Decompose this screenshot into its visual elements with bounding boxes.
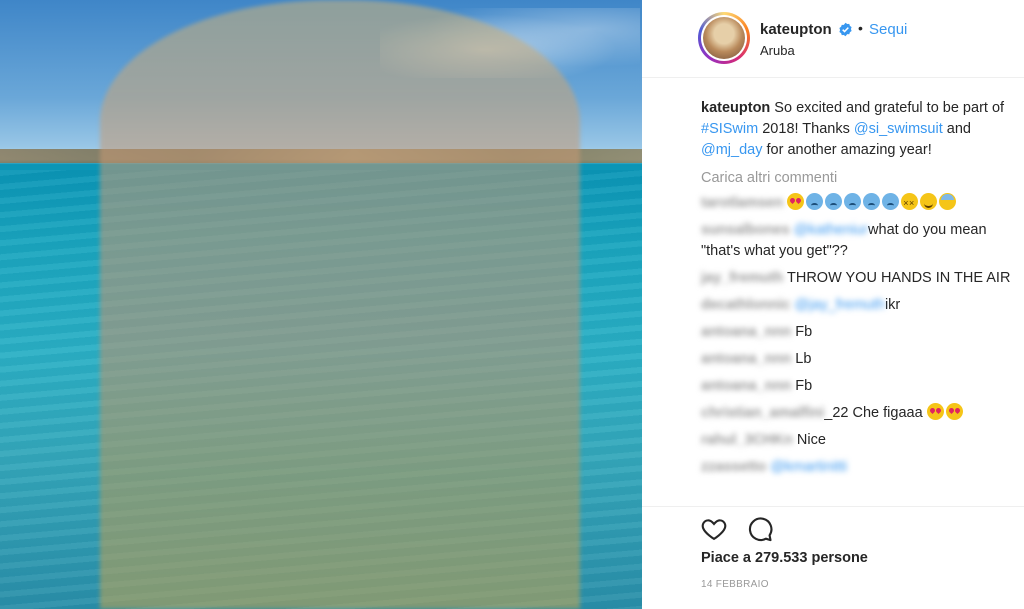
comment-text: Lb: [795, 351, 812, 367]
caption-username[interactable]: kateupton: [701, 100, 770, 116]
separator-dot: •: [858, 20, 863, 36]
heart-eyes-emoji-icon: [926, 403, 944, 420]
comment-username[interactable]: antoana_nnn: [701, 322, 791, 343]
smile-emoji-icon: [920, 193, 938, 210]
likes-count[interactable]: Piace a 279.533 persone: [701, 550, 868, 566]
comment-username[interactable]: zzassetto: [701, 457, 766, 478]
avatar-image: [703, 17, 745, 59]
verified-badge-icon: [839, 22, 852, 37]
comment-text: ikr: [884, 297, 901, 313]
comment-mention[interactable]: @kmartinitti: [770, 457, 847, 478]
comment-item: antoana_nnn Fb: [701, 322, 1013, 343]
comment-item: jay_fremuth THROW YOU HANDS IN THE AIR: [701, 268, 1013, 289]
comment-item: christian_amalfini_22 Che figaaa: [701, 403, 1013, 424]
photo-subject: [100, 0, 580, 609]
post-date[interactable]: 14 FEBBRAIO: [701, 579, 769, 590]
comment-text: Nice: [796, 432, 826, 448]
post-side-panel: kateupton • Sequi Aruba kateupton So exc…: [642, 0, 1024, 609]
comment-item: antoana_nnn Fb: [701, 376, 1013, 397]
comment-username[interactable]: christian_amalfini: [701, 403, 824, 424]
post-photo[interactable]: [0, 0, 642, 609]
comment-item: sunsalbones @katheniurwhat do you mean "…: [701, 220, 1013, 262]
comments-fade-overlay: [701, 478, 1013, 506]
comment-item: antoana_nnn Lb: [701, 349, 1013, 370]
sweat-smile-emoji-icon: [939, 193, 957, 210]
comment-username[interactable]: tarotlamsen: [701, 193, 783, 214]
cold-face-emoji-icon: [882, 193, 900, 210]
caption-text: for another amazing year!: [762, 142, 932, 158]
comment-text: _22 Che figaaa: [824, 405, 923, 421]
comment-item: rahul_3CHKn Nice: [701, 430, 1013, 451]
caption-mention[interactable]: @mj_day: [701, 142, 762, 158]
avatar[interactable]: [698, 12, 750, 64]
comment-text: THROW YOU HANDS IN THE AIR: [786, 270, 1011, 286]
comments-list: kateupton So excited and grateful to be …: [701, 98, 1013, 484]
heart-eyes-emoji-icon: [945, 403, 963, 420]
caption-text: and: [942, 121, 971, 137]
heart-outline-icon[interactable]: [700, 515, 728, 543]
caption-text: So excited and grateful to be part of: [770, 100, 1005, 116]
comment-username[interactable]: antoana_nnn: [701, 376, 791, 397]
comment-username[interactable]: decathlonnic: [701, 295, 790, 316]
post-header: kateupton • Sequi Aruba: [642, 0, 1024, 78]
comment-username[interactable]: rahul_3CHKn: [701, 430, 793, 451]
comment-bubble-icon[interactable]: [746, 515, 774, 543]
cold-face-emoji-icon: [825, 193, 843, 210]
comment-text: Fb: [795, 324, 813, 340]
comment-text: Fb: [795, 378, 813, 394]
cold-face-emoji-icon: [844, 193, 862, 210]
comment-item: tarotlamsen: [701, 193, 1013, 214]
follow-button[interactable]: Sequi: [869, 21, 907, 38]
caption-mention[interactable]: @si_swimsuit: [854, 121, 943, 137]
comment-item: decathlonnic @jay_fremuthikr: [701, 295, 1013, 316]
caption-text: 2018! Thanks: [758, 121, 854, 137]
caption-hashtag[interactable]: #SISwim: [701, 121, 758, 137]
cold-face-emoji-icon: [806, 193, 824, 210]
comment-item: zzassetto @kmartinitti: [701, 457, 1013, 478]
heart-eyes-emoji-icon: [787, 193, 805, 210]
load-more-comments-button[interactable]: Carica altri commenti: [701, 168, 1013, 189]
confounded-emoji-icon: [901, 193, 919, 214]
post-caption: kateupton So excited and grateful to be …: [701, 98, 1013, 161]
comment-username[interactable]: sunsalbones: [701, 220, 790, 241]
comment-mention[interactable]: @katheniur: [794, 220, 868, 241]
post-location[interactable]: Aruba: [760, 43, 795, 58]
cold-face-emoji-icon: [863, 193, 881, 210]
header-username[interactable]: kateupton: [760, 21, 832, 38]
post-actions: Piace a 279.533 persone 14 FEBBRAIO: [642, 506, 1024, 609]
comment-username[interactable]: antoana_nnn: [701, 349, 791, 370]
comment-username[interactable]: jay_fremuth: [701, 268, 783, 289]
comment-mention[interactable]: @jay_fremuth: [794, 295, 884, 316]
